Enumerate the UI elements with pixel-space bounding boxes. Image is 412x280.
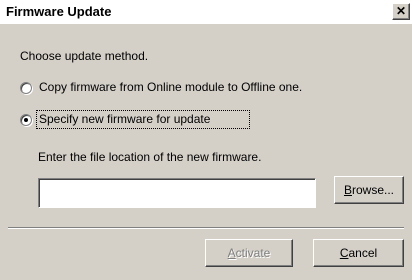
close-icon: ✕ bbox=[395, 4, 407, 18]
option-specify-firmware-label[interactable]: Specify new firmware for update bbox=[39, 112, 210, 126]
cancel-label: ancel bbox=[348, 246, 378, 260]
activate-label: ctivate bbox=[235, 246, 271, 260]
firmware-file-input[interactable] bbox=[38, 178, 316, 208]
browse-label: rowse... bbox=[352, 183, 395, 197]
activate-button[interactable]: Activate bbox=[205, 239, 293, 267]
window-title: Firmware Update bbox=[6, 4, 112, 19]
option-copy-firmware-label[interactable]: Copy firmware from Online module to Offl… bbox=[39, 80, 302, 94]
file-location-instruction: Enter the file location of the new firmw… bbox=[38, 150, 262, 164]
dialog-body: Choose update method. Copy firmware from… bbox=[0, 24, 412, 280]
close-button[interactable]: ✕ bbox=[392, 3, 410, 20]
radio-specify-firmware[interactable] bbox=[20, 114, 32, 126]
update-method-prompt: Choose update method. bbox=[20, 49, 149, 63]
separator bbox=[8, 227, 404, 229]
browse-button[interactable]: Browse... bbox=[334, 176, 404, 204]
firmware-update-dialog: Firmware Update ✕ Choose update method. … bbox=[0, 0, 412, 280]
browse-mnemonic: B bbox=[343, 183, 352, 197]
cancel-button[interactable]: Cancel bbox=[313, 239, 404, 267]
radio-copy-firmware[interactable] bbox=[20, 82, 32, 94]
title-bar: Firmware Update ✕ bbox=[0, 0, 412, 24]
activate-mnemonic: A bbox=[227, 246, 236, 260]
